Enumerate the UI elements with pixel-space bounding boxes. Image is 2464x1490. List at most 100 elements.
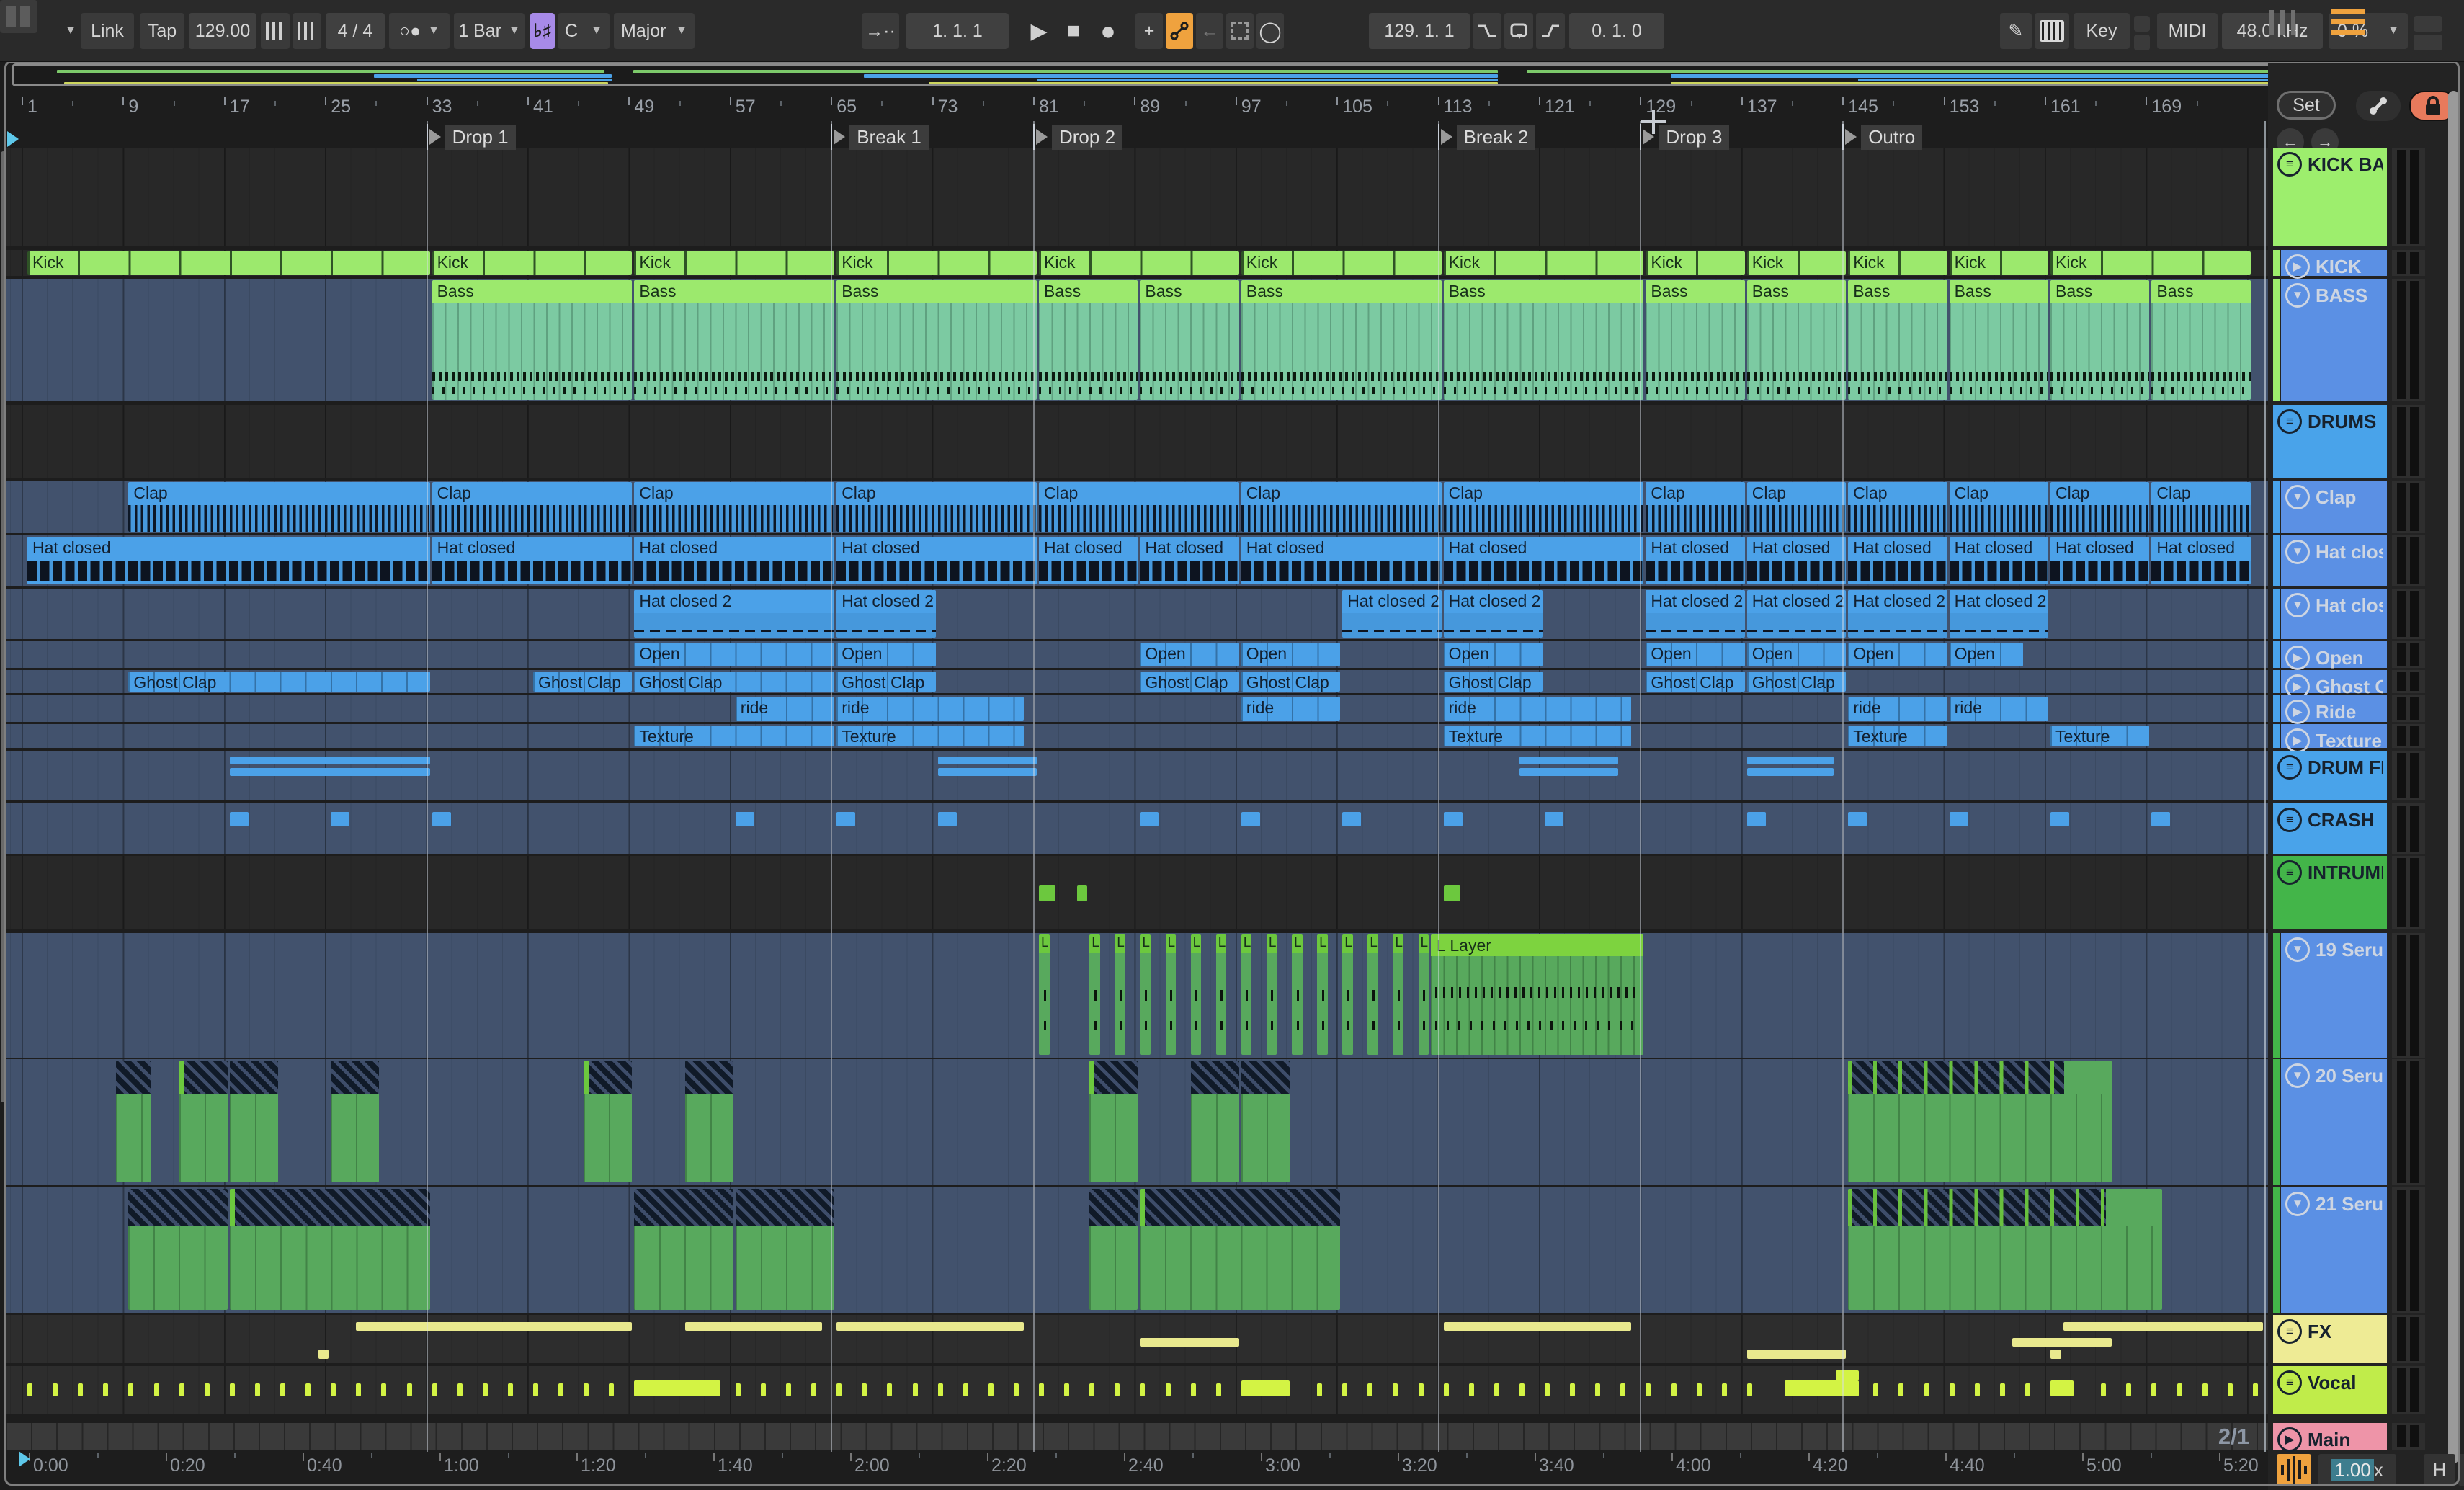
track-header-kick-bass[interactable]: ≡ KICK BASS xyxy=(2273,148,2387,246)
lane-ride[interactable]: ride ride ride ride ride ride xyxy=(6,695,2268,722)
unfold-icon[interactable]: ▶ xyxy=(2285,646,2310,670)
track-header-texture[interactable]: ▶ Texture xyxy=(2281,724,2387,753)
clip-vocal-lane[interactable] xyxy=(1949,1383,1955,1396)
clip-kick[interactable]: Kick xyxy=(27,251,430,275)
playback-speed-field[interactable]: 1.00 x xyxy=(2318,1454,2396,1486)
computer-midi-keyboard-button[interactable] xyxy=(2035,13,2069,49)
punch-in-button[interactable] xyxy=(1473,13,1501,49)
clip-serum-19[interactable]: L xyxy=(1089,934,1100,1055)
clip-hat-closed-2[interactable]: Hat closed 2 xyxy=(1949,590,2048,638)
clip-ride[interactable]: ride xyxy=(1241,697,1341,721)
clip-texture[interactable]: Texture xyxy=(634,726,835,746)
clip-open[interactable]: Open xyxy=(1241,643,1341,666)
clip-vocal-lane[interactable] xyxy=(1418,1383,1424,1396)
clip-serum-19[interactable]: L xyxy=(1215,934,1227,1055)
clip-vocal-lane[interactable] xyxy=(1620,1383,1626,1396)
clip-hat-closed-2[interactable]: Hat closed 2 xyxy=(634,590,835,638)
clip-vocal-lane[interactable] xyxy=(103,1383,109,1396)
clip-vocal-lane[interactable] xyxy=(760,1383,766,1396)
clip-vocal-lane[interactable] xyxy=(78,1383,84,1396)
clip-clap[interactable]: Clap xyxy=(836,482,1037,532)
clip-vocal-lane[interactable] xyxy=(432,1383,437,1396)
clip-hat-closed[interactable]: Hat closed xyxy=(2151,537,2251,584)
clip-vocal-lane[interactable] xyxy=(27,1383,32,1396)
clip-vocal-lane[interactable] xyxy=(153,1383,159,1396)
clip-open[interactable]: Open xyxy=(836,643,936,666)
clip-drum-fill[interactable] xyxy=(1746,757,1834,764)
clip-vocal-lane[interactable] xyxy=(937,1383,943,1396)
clip-drum-fill[interactable] xyxy=(229,757,430,764)
clip-serum-19[interactable]: L xyxy=(1241,934,1252,1055)
fold-icon[interactable]: ▼ xyxy=(2285,485,2310,509)
clip-vocal-lane[interactable] xyxy=(1746,1383,1752,1396)
clip-vocal-lane[interactable] xyxy=(2101,1383,2107,1396)
clip-vocal-lane[interactable] xyxy=(1165,1383,1171,1396)
clip-vocal-lane[interactable] xyxy=(988,1383,994,1396)
arrangement-start-marker[interactable] xyxy=(7,131,19,147)
session-view-toggle[interactable] xyxy=(2269,10,2300,38)
set-button[interactable]: Set xyxy=(2277,91,2336,120)
clip-drum-fill[interactable] xyxy=(1746,768,1834,776)
loop-start-field[interactable]: 129. 1. 1 xyxy=(1369,13,1470,49)
clip-vocal-lane[interactable] xyxy=(1974,1383,1980,1396)
clip-vocal-lane[interactable] xyxy=(1468,1383,1474,1396)
clip-kick[interactable]: Kick xyxy=(1241,251,1442,275)
metronome-button[interactable]: ○● ▼ xyxy=(389,13,450,49)
clip-vocal-lane[interactable] xyxy=(1519,1383,1525,1396)
clip-clap[interactable]: Clap xyxy=(2050,482,2150,532)
clip-kick[interactable]: Kick xyxy=(634,251,835,275)
clip-clap[interactable]: Clap xyxy=(2151,482,2251,532)
clip-bass[interactable]: Bass xyxy=(432,280,633,400)
clip-vocal-lane[interactable] xyxy=(735,1383,741,1396)
clip-bass[interactable]: Bass xyxy=(1039,280,1138,400)
clip-vocal-lane[interactable] xyxy=(280,1383,285,1396)
clip-hat-closed[interactable]: Hat closed xyxy=(2050,537,2150,584)
clip-hat-closed-2[interactable]: Hat closed 2 xyxy=(1848,590,1947,638)
clip-kick[interactable]: Kick xyxy=(1949,251,2048,275)
track-header-drums[interactable]: ≡ DRUMS xyxy=(2273,405,2387,478)
group-fold-icon[interactable]: ≡ xyxy=(2277,860,2302,885)
clip-serum-20[interactable] xyxy=(1848,1061,2112,1182)
clip-crash[interactable] xyxy=(1949,812,1968,826)
automation-mode-button[interactable] xyxy=(1166,13,1193,49)
clip-hat-closed[interactable]: Hat closed xyxy=(1746,537,1847,584)
lane-kick[interactable]: Kick Kick Kick Kick Kick Kick Kick Kick Kick Kick… xyxy=(6,250,2268,276)
left-scrollbar[interactable] xyxy=(1,151,6,1102)
clip-vocal-lane[interactable] xyxy=(331,1383,336,1396)
clip-vocal-lane[interactable] xyxy=(381,1383,387,1396)
clip-vocal-lane[interactable] xyxy=(609,1383,615,1396)
clip-ghost-clap[interactable]: Ghost Clap xyxy=(1140,672,1239,692)
clip-vocal-lane[interactable] xyxy=(1999,1383,2005,1396)
clip-serum-19[interactable]: L xyxy=(1039,934,1050,1055)
track-header-19-serum[interactable]: ▼ 19 Serum xyxy=(2281,933,2387,1058)
clip-ghost-clap[interactable]: Ghost Clap xyxy=(634,672,835,692)
fold-icon[interactable]: ▼ xyxy=(2285,1063,2310,1088)
lane-clap[interactable]: Clap Clap Clap Clap Clap Clap Clap Clap Clap Clap… xyxy=(6,481,2268,533)
track-header-intrumental[interactable]: ≡ INTRUMENTAL xyxy=(2273,856,2387,929)
time-signature-field[interactable]: 4 / 4 xyxy=(326,13,385,49)
clip-serum-20[interactable] xyxy=(179,1061,228,1182)
beat-time-ruler[interactable]: 1 9 17 25 33 41 49 57 65 73 81 89 97 105 113 121 129 137 1… xyxy=(0,86,2268,121)
clip-ghost-clap[interactable]: Ghost Clap xyxy=(836,672,936,692)
clip-open[interactable]: Open xyxy=(1646,643,1745,666)
clip-texture[interactable]: Texture xyxy=(1848,726,1947,746)
clip-fx-lane[interactable] xyxy=(2063,1322,2264,1331)
clip-vocal-lane[interactable] xyxy=(254,1383,260,1396)
clip-vocal-lane[interactable] xyxy=(963,1383,968,1396)
unfold-icon[interactable]: ▶ xyxy=(2285,700,2310,724)
track-header-kick[interactable]: ▶ KICK xyxy=(2281,250,2387,279)
group-fold-icon[interactable]: ≡ xyxy=(2277,755,2302,780)
clip-vocal-lane[interactable] xyxy=(1696,1383,1702,1396)
clip-serum-20[interactable] xyxy=(1241,1061,1290,1182)
clip-fx-lane[interactable] xyxy=(2012,1338,2112,1347)
clip-ghost-clap[interactable]: Ghost Clap xyxy=(1746,672,1847,692)
clip-hat-closed[interactable]: Hat closed xyxy=(1241,537,1442,584)
clip-bass[interactable]: Bass xyxy=(1949,280,2048,400)
lane-instrumental-group-lane[interactable] xyxy=(6,856,2268,929)
nudge-down-button[interactable] xyxy=(261,13,290,49)
key-signature-button[interactable]: ♭♯ xyxy=(530,13,555,49)
clip-serum-21[interactable] xyxy=(1140,1189,1341,1310)
clip-hat-closed[interactable]: Hat closed xyxy=(1646,537,1745,584)
clip-ride[interactable]: ride xyxy=(836,697,1025,721)
lane-bass[interactable]: Bass Bass Bass Bass Bass Bass Bass Bass Bass Bass… xyxy=(6,279,2268,401)
